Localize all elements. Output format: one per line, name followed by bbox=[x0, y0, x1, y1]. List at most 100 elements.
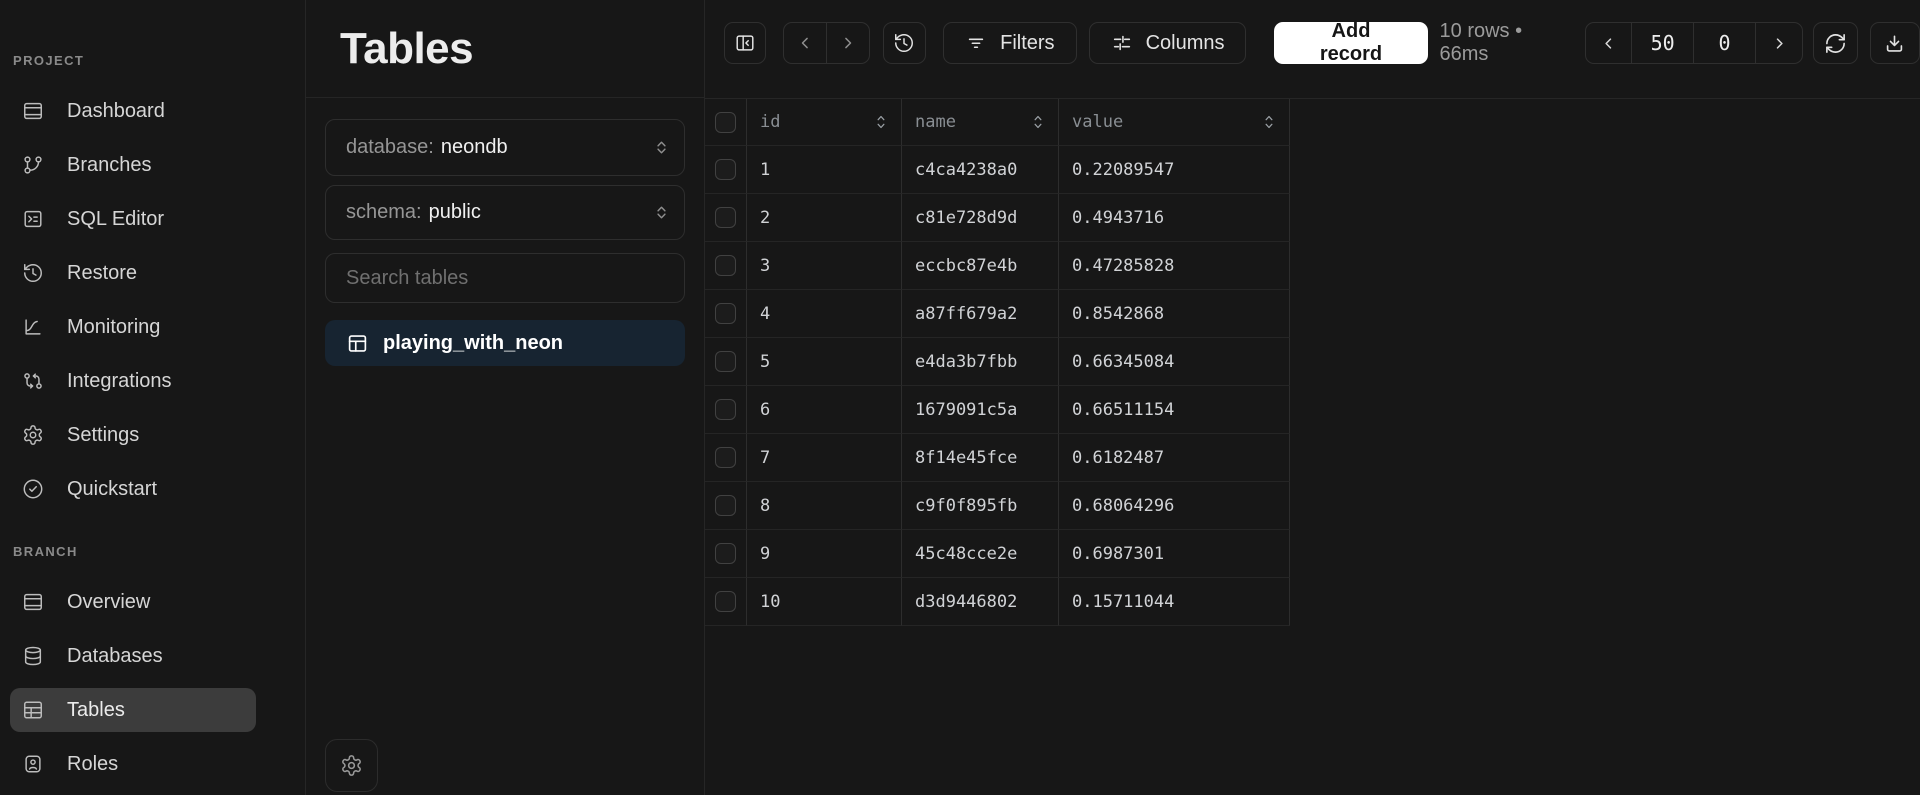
page-size-input[interactable]: 50 bbox=[1631, 23, 1693, 63]
cell-value[interactable]: 0.15711044 bbox=[1059, 578, 1290, 626]
cell-value[interactable]: 0.6182487 bbox=[1059, 434, 1290, 482]
cell-name[interactable]: eccbc87e4b bbox=[902, 242, 1059, 290]
prev-page-button[interactable] bbox=[1586, 23, 1631, 63]
cell-value[interactable]: 0.66345084 bbox=[1059, 338, 1290, 386]
database-select[interactable]: database:neondb bbox=[325, 119, 685, 176]
collapse-panel-button[interactable] bbox=[724, 22, 766, 64]
query-history-button[interactable] bbox=[883, 22, 927, 64]
cell-value[interactable]: 0.6987301 bbox=[1059, 530, 1290, 578]
sidebar-item-restore[interactable]: Restore bbox=[0, 246, 305, 300]
cell-name[interactable]: 1679091c5a bbox=[902, 386, 1059, 434]
project-sidebar: PROJECT Dashboard Branches SQL Editor bbox=[0, 0, 306, 795]
row-checkbox[interactable] bbox=[715, 495, 736, 516]
cell-id[interactable]: 5 bbox=[747, 338, 902, 386]
branch-section-label: BRANCH bbox=[13, 544, 305, 560]
columns-button-label: Columns bbox=[1146, 32, 1225, 55]
schema-select[interactable]: schema:public bbox=[325, 185, 685, 240]
add-record-button[interactable]: Add record bbox=[1274, 22, 1427, 64]
sidebar-item-tables[interactable]: Tables bbox=[10, 688, 256, 732]
cell-name[interactable]: c9f0f895fb bbox=[902, 482, 1059, 530]
row-checkbox-cell bbox=[705, 242, 747, 290]
search-tables-input[interactable] bbox=[325, 253, 685, 303]
header-checkbox-cell bbox=[705, 99, 747, 146]
cell-name[interactable]: c81e728d9d bbox=[902, 194, 1059, 242]
table-row: 5 e4da3b7fbb 0.66345084 bbox=[705, 338, 1291, 386]
download-button[interactable] bbox=[1870, 22, 1920, 64]
sidebar-item-overview[interactable]: Overview bbox=[0, 575, 305, 629]
table-list-item-playing-with-neon[interactable]: playing_with_neon bbox=[325, 320, 685, 366]
row-checkbox[interactable] bbox=[715, 447, 736, 468]
sidebar-item-label: Dashboard bbox=[67, 100, 165, 123]
cell-name[interactable]: d3d9446802 bbox=[902, 578, 1059, 626]
sidebar-item-label: Overview bbox=[67, 591, 150, 614]
main-content: Filters Columns Add record 10 rows • 66m… bbox=[705, 0, 1920, 795]
sidebar-item-label: Restore bbox=[67, 262, 137, 285]
sidebar-item-databases[interactable]: Databases bbox=[0, 629, 305, 683]
row-checkbox[interactable] bbox=[715, 399, 736, 420]
forward-button[interactable] bbox=[826, 23, 869, 63]
row-checkbox[interactable] bbox=[715, 591, 736, 612]
cell-id[interactable]: 10 bbox=[747, 578, 902, 626]
row-checkbox[interactable] bbox=[715, 159, 736, 180]
sidebar-item-quickstart[interactable]: Quickstart bbox=[0, 462, 305, 516]
history-clock-icon bbox=[22, 262, 44, 284]
cell-id[interactable]: 8 bbox=[747, 482, 902, 530]
filters-button[interactable]: Filters bbox=[943, 22, 1076, 64]
row-checkbox[interactable] bbox=[715, 303, 736, 324]
column-header-label: id bbox=[760, 112, 780, 132]
cell-name[interactable]: a87ff679a2 bbox=[902, 290, 1059, 338]
row-checkbox[interactable] bbox=[715, 207, 736, 228]
columns-button[interactable]: Columns bbox=[1089, 22, 1247, 64]
row-checkbox[interactable] bbox=[715, 351, 736, 372]
cell-value[interactable]: 0.22089547 bbox=[1059, 146, 1290, 194]
sidebar-item-label: Integrations bbox=[67, 370, 172, 393]
cell-value[interactable]: 0.68064296 bbox=[1059, 482, 1290, 530]
cell-id[interactable]: 2 bbox=[747, 194, 902, 242]
cell-id[interactable]: 7 bbox=[747, 434, 902, 482]
chevron-left-icon bbox=[795, 33, 815, 53]
page-offset-input[interactable]: 0 bbox=[1693, 23, 1755, 63]
chevron-up-down-icon bbox=[653, 139, 670, 156]
row-count-status: 10 rows • 66ms bbox=[1440, 22, 1572, 64]
cell-id[interactable]: 3 bbox=[747, 242, 902, 290]
sidebar-item-label: Tables bbox=[67, 699, 125, 722]
sidebar-item-sql-editor[interactable]: SQL Editor bbox=[0, 192, 305, 246]
cell-id[interactable]: 9 bbox=[747, 530, 902, 578]
select-all-checkbox[interactable] bbox=[715, 112, 736, 133]
history-nav-group bbox=[783, 22, 870, 64]
table-row: 7 8f14e45fce 0.6182487 bbox=[705, 434, 1291, 482]
column-header-name[interactable]: name bbox=[902, 99, 1059, 146]
cell-value[interactable]: 0.47285828 bbox=[1059, 242, 1290, 290]
schema-select-value: public bbox=[429, 201, 481, 223]
cell-value[interactable]: 0.66511154 bbox=[1059, 386, 1290, 434]
row-checkbox[interactable] bbox=[715, 255, 736, 276]
sidebar-item-roles[interactable]: Roles bbox=[0, 737, 305, 791]
sidebar-item-integrations[interactable]: Integrations bbox=[0, 354, 305, 408]
cell-id[interactable]: 6 bbox=[747, 386, 902, 434]
cell-name[interactable]: 8f14e45fce bbox=[902, 434, 1059, 482]
cell-name[interactable]: c4ca4238a0 bbox=[902, 146, 1059, 194]
sidebar-item-settings[interactable]: Settings bbox=[0, 408, 305, 462]
cell-name[interactable]: 45c48cce2e bbox=[902, 530, 1059, 578]
column-header-id[interactable]: id bbox=[747, 99, 902, 146]
check-circle-icon bbox=[22, 478, 44, 500]
sidebar-item-branches[interactable]: Branches bbox=[0, 138, 305, 192]
next-page-button[interactable] bbox=[1755, 23, 1802, 63]
panel-settings-button[interactable] bbox=[325, 739, 378, 792]
cell-value[interactable]: 0.4943716 bbox=[1059, 194, 1290, 242]
row-checkbox[interactable] bbox=[715, 543, 736, 564]
refresh-button[interactable] bbox=[1813, 22, 1858, 64]
sidebar-item-dashboard[interactable]: Dashboard bbox=[0, 84, 305, 138]
gear-icon bbox=[22, 424, 44, 446]
cell-name[interactable]: e4da3b7fbb bbox=[902, 338, 1059, 386]
back-button[interactable] bbox=[784, 23, 826, 63]
cell-id[interactable]: 4 bbox=[747, 290, 902, 338]
sidebar-item-monitoring[interactable]: Monitoring bbox=[0, 300, 305, 354]
table-row: 6 1679091c5a 0.66511154 bbox=[705, 386, 1291, 434]
branch-section: BRANCH Overview Databases Tables bbox=[0, 544, 305, 791]
table-row: 10 d3d9446802 0.15711044 bbox=[705, 578, 1291, 626]
cell-id[interactable]: 1 bbox=[747, 146, 902, 194]
cell-value[interactable]: 0.8542868 bbox=[1059, 290, 1290, 338]
sidebar-item-label: Monitoring bbox=[67, 316, 160, 339]
column-header-value[interactable]: value bbox=[1059, 99, 1290, 146]
